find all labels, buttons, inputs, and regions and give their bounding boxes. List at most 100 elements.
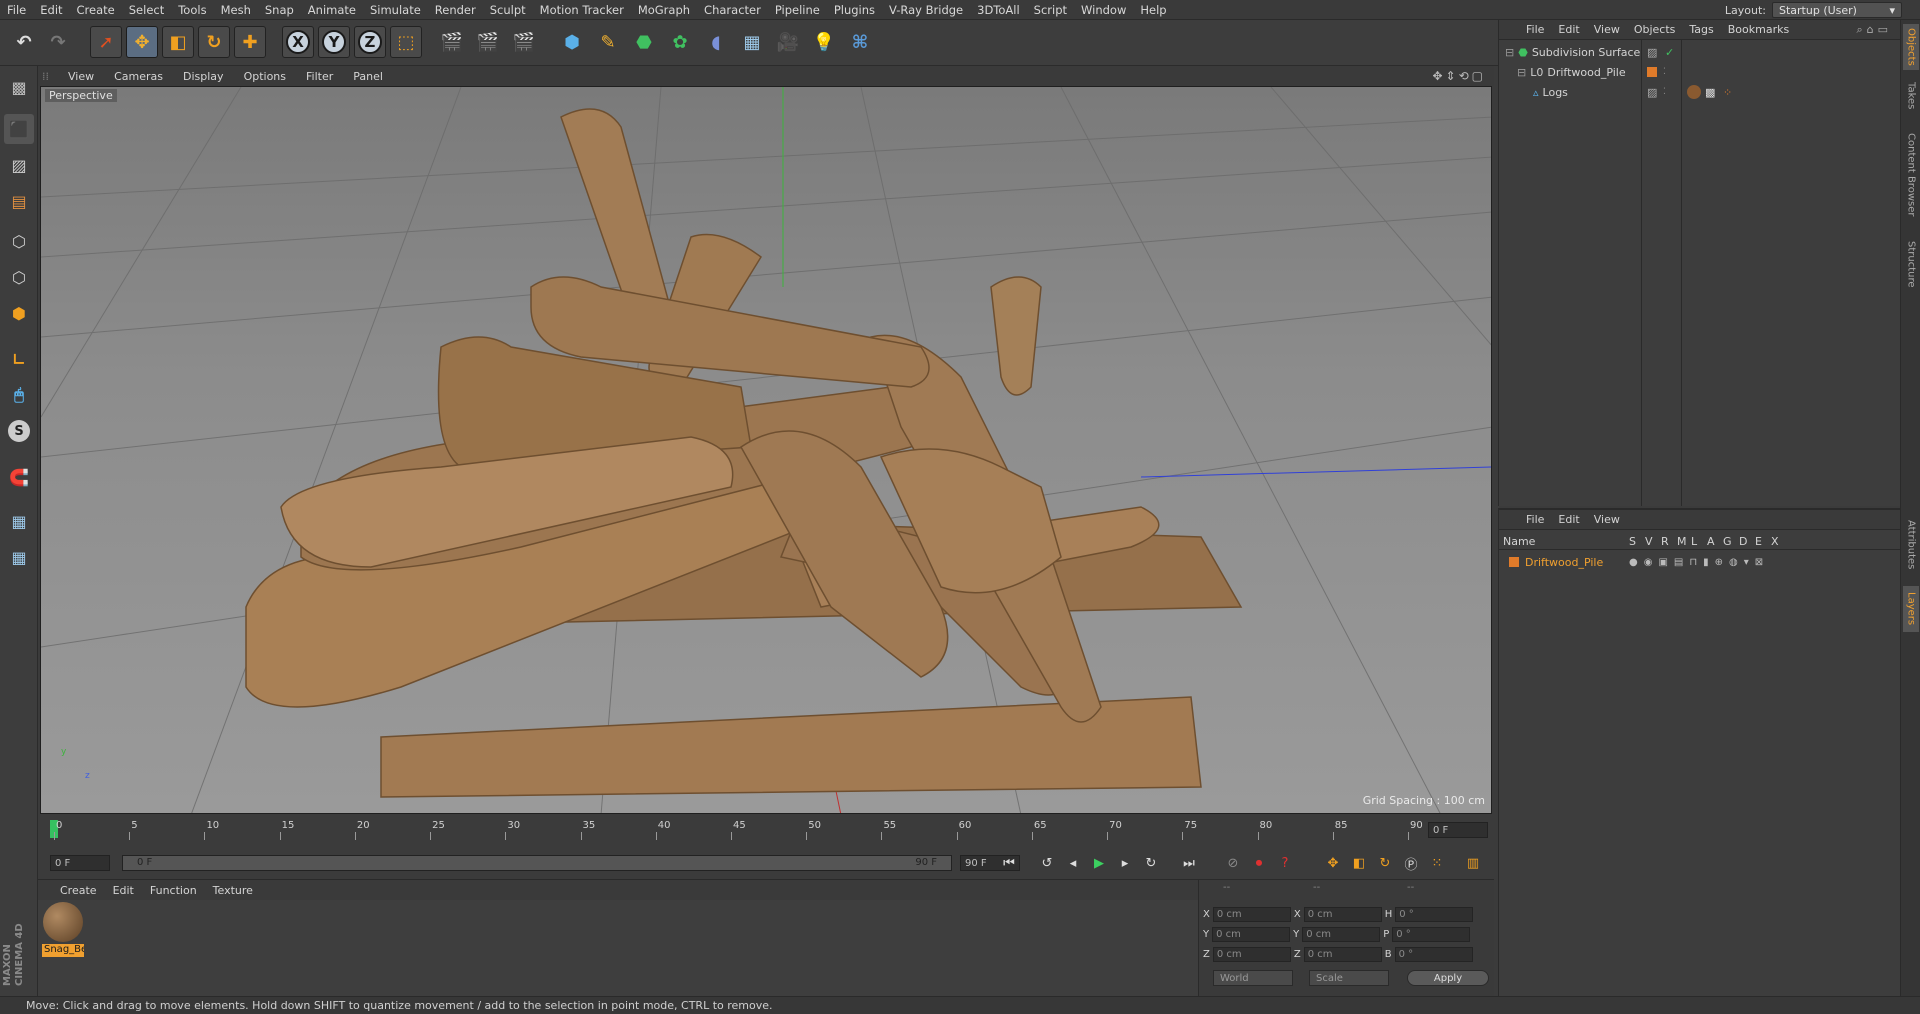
- render-settings-button[interactable]: 🎬: [508, 26, 540, 58]
- obj-menu-bookmarks[interactable]: Bookmarks: [1721, 23, 1796, 36]
- material-thumbnail[interactable]: Snag_Be: [42, 902, 84, 960]
- cube-object-button[interactable]: ⬢: [556, 26, 588, 58]
- subdivision-surface-button[interactable]: ⬣: [628, 26, 660, 58]
- menu-animate[interactable]: Animate: [301, 3, 363, 17]
- material-menu-edit[interactable]: Edit: [105, 884, 142, 897]
- range-slider[interactable]: 0 F 90 F: [122, 855, 952, 871]
- tab-content-browser[interactable]: Content Browser: [1903, 120, 1919, 230]
- viewport-nav-icons[interactable]: ✥⇕⟲▢: [1432, 69, 1486, 83]
- editor-visibility-icon[interactable]: ▨: [1647, 46, 1657, 59]
- play-button[interactable]: ▶: [1088, 852, 1110, 874]
- menu-render[interactable]: Render: [428, 3, 483, 17]
- redo-button[interactable]: ↷: [42, 26, 74, 58]
- point-mode-button[interactable]: ⬡: [4, 226, 34, 256]
- goto-start-button[interactable]: ⏮: [998, 852, 1020, 874]
- axis-mode-button[interactable]: ∟: [4, 344, 34, 374]
- y-axis-button[interactable]: Y: [318, 26, 350, 58]
- polygon-mode-button[interactable]: ⬢: [4, 298, 34, 328]
- next-frame-button[interactable]: ▸: [1114, 852, 1136, 874]
- menu-simulate[interactable]: Simulate: [363, 3, 428, 17]
- workplane-lock-button[interactable]: ▦: [4, 506, 34, 536]
- editor-visibility-icon[interactable]: ▨: [1647, 86, 1657, 99]
- obj-menu-edit[interactable]: Edit: [1551, 23, 1586, 36]
- rotation-p-field[interactable]: 0 °: [1392, 926, 1471, 942]
- layer-menu-view[interactable]: View: [1587, 513, 1627, 526]
- layer-menu-edit[interactable]: Edit: [1551, 513, 1586, 526]
- obj-menu-view[interactable]: View: [1587, 23, 1627, 36]
- light-button[interactable]: 💡: [808, 26, 840, 58]
- menu-3dtoall[interactable]: 3DToAll: [970, 3, 1027, 17]
- timeline-ruler[interactable]: 0 5 10 15 20 25 30 35 40 45 50 55 60 65 70 75 80 85 90: [50, 820, 1424, 842]
- material-tag-icon[interactable]: [1687, 85, 1701, 99]
- key-parameter-button[interactable]: Ⓟ: [1400, 852, 1422, 874]
- timeline[interactable]: 0 5 10 15 20 25 30 35 40 45 50 55 60 65 70 75 80 85 90 0 F: [38, 816, 1494, 846]
- apply-button[interactable]: Apply: [1407, 970, 1489, 986]
- make-editable-button[interactable]: ▩: [4, 72, 34, 102]
- menu-snap[interactable]: Snap: [258, 3, 301, 17]
- tweak-mode-button[interactable]: 🖱: [4, 380, 34, 410]
- solo-button[interactable]: S: [4, 416, 34, 446]
- cloner-button[interactable]: ✿: [664, 26, 696, 58]
- menu-character[interactable]: Character: [697, 3, 768, 17]
- prev-key-button[interactable]: ↺: [1036, 852, 1058, 874]
- prev-frame-button[interactable]: ◂: [1062, 852, 1084, 874]
- menu-select[interactable]: Select: [122, 3, 171, 17]
- menu-help[interactable]: Help: [1133, 3, 1173, 17]
- keyframe-selection-button[interactable]: ?: [1274, 852, 1296, 874]
- size-mode-dropdown[interactable]: Scale: [1309, 970, 1389, 986]
- viewport-menu-options[interactable]: Options: [234, 70, 296, 83]
- menu-pipeline[interactable]: Pipeline: [768, 3, 827, 17]
- move-tool-button[interactable]: ✥: [126, 26, 158, 58]
- next-key-button[interactable]: ↻: [1140, 852, 1162, 874]
- tab-attributes[interactable]: Attributes: [1903, 510, 1919, 580]
- key-position-button[interactable]: ✥: [1322, 852, 1344, 874]
- x-axis-button[interactable]: X: [282, 26, 314, 58]
- visibility-dots-icon[interactable]: ⁚: [1663, 67, 1666, 77]
- menu-tools[interactable]: Tools: [171, 3, 213, 17]
- key-pla-button[interactable]: ⁙: [1426, 852, 1448, 874]
- live-selection-button[interactable]: ➚: [90, 26, 122, 58]
- menu-edit[interactable]: Edit: [33, 3, 69, 17]
- layout-dropdown[interactable]: Startup (User) ▾: [1772, 2, 1902, 18]
- goto-end-button[interactable]: ⏭: [1178, 852, 1200, 874]
- viewport-menu-filter[interactable]: Filter: [296, 70, 343, 83]
- menu-plugins[interactable]: Plugins: [827, 3, 882, 17]
- layer-menu-file[interactable]: File: [1519, 513, 1551, 526]
- pen-spline-button[interactable]: ✎: [592, 26, 624, 58]
- deformer-button[interactable]: ◖: [700, 26, 732, 58]
- expand-icon[interactable]: ⊟: [1517, 66, 1526, 79]
- visibility-dots-icon[interactable]: ⁚: [1663, 87, 1666, 97]
- 3d-viewport[interactable]: Perspective Grid Spacing : 100 cm y z: [40, 86, 1492, 814]
- tab-layers[interactable]: Layers: [1903, 586, 1919, 632]
- rotation-h-field[interactable]: 0 °: [1395, 906, 1474, 922]
- obj-menu-objects[interactable]: Objects: [1627, 23, 1683, 36]
- python-button[interactable]: ⌘: [844, 26, 876, 58]
- coord-mode-dropdown[interactable]: World: [1213, 970, 1293, 986]
- position-z-field[interactable]: 0 cm: [1212, 946, 1291, 962]
- obj-menu-file[interactable]: File: [1519, 23, 1551, 36]
- size-y-field[interactable]: 0 cm: [1302, 926, 1381, 942]
- layer-color-swatch[interactable]: [1509, 557, 1519, 567]
- record-button[interactable]: ⊘: [1222, 852, 1244, 874]
- menu-mesh[interactable]: Mesh: [214, 3, 258, 17]
- render-view-button[interactable]: 🎬: [436, 26, 468, 58]
- autokey-button[interactable]: ⏺: [1248, 852, 1270, 874]
- size-z-field[interactable]: 0 cm: [1303, 946, 1382, 962]
- position-y-field[interactable]: 0 cm: [1212, 926, 1291, 942]
- layer-name[interactable]: Driftwood_Pile: [1525, 556, 1603, 569]
- object-row-subdivision[interactable]: ⊟ ⬣ Subdivision Surface ▨ ✓: [1499, 42, 1901, 62]
- uvw-tag-icon[interactable]: ▩: [1705, 86, 1715, 99]
- material-menu-create[interactable]: Create: [52, 884, 105, 897]
- obj-menu-tags[interactable]: Tags: [1682, 23, 1720, 36]
- recent-tool-button[interactable]: ✚: [234, 26, 266, 58]
- layer-row-driftwood[interactable]: Driftwood_Pile ●◉▣▤⊓▮⊕◍▾⊠: [1499, 552, 1901, 572]
- expand-icon[interactable]: ⊟: [1505, 46, 1514, 59]
- render-picture-viewer-button[interactable]: 🎬: [472, 26, 504, 58]
- search-icon[interactable]: ⌕⌂▭: [1856, 23, 1892, 37]
- enabled-check-icon[interactable]: ✓: [1665, 46, 1674, 59]
- object-row-driftwood[interactable]: ⊟ L0 Driftwood_Pile ⁚: [1499, 62, 1901, 82]
- rotation-b-field[interactable]: 0 °: [1394, 946, 1473, 962]
- texture-mode-button[interactable]: ▨: [4, 150, 34, 180]
- menu-window[interactable]: Window: [1074, 3, 1133, 17]
- viewport-menu-display[interactable]: Display: [173, 70, 234, 83]
